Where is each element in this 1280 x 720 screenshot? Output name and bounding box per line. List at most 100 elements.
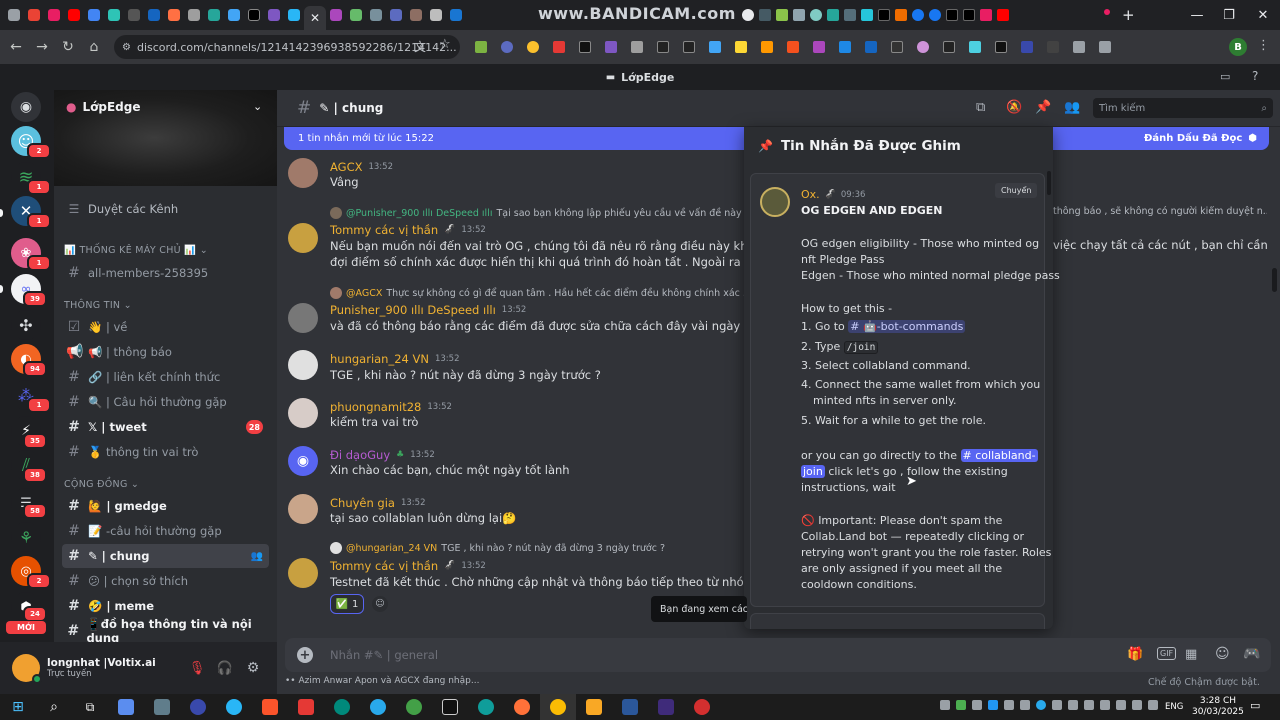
- tab-icon[interactable]: [742, 9, 754, 21]
- gif-icon[interactable]: GIF: [1157, 647, 1177, 660]
- taskbar-clock[interactable]: 3:28 CH 30/03/2025: [1192, 696, 1244, 718]
- brave-icon[interactable]: [252, 694, 288, 720]
- extensions-puzzle-icon[interactable]: [1068, 36, 1090, 58]
- search-icon[interactable]: ⌕: [36, 694, 72, 720]
- message[interactable]: hungarian_24 VN 13:52 TGE , khi nào ? nút…: [288, 346, 748, 390]
- tab-icon[interactable]: [204, 0, 224, 30]
- tab-icon[interactable]: [878, 9, 890, 21]
- tab-icon[interactable]: [446, 0, 466, 30]
- channel-about[interactable]: ☑ 👋 | về: [62, 315, 269, 339]
- discord-default-avatar-icon[interactable]: ◉: [288, 446, 318, 476]
- extension-icon[interactable]: [1042, 36, 1064, 58]
- message-author[interactable]: Chuyên gia 13:52: [330, 496, 425, 510]
- headphones-icon[interactable]: 🎧: [211, 661, 239, 676]
- server-icon[interactable]: ✣: [11, 310, 41, 340]
- tab-icon[interactable]: [386, 0, 406, 30]
- facebook-tab-icon[interactable]: [912, 9, 924, 21]
- username[interactable]: Chuyên gia: [330, 496, 395, 510]
- address-bar[interactable]: ⚙ discord.com/channels/12141423969385922…: [114, 35, 460, 59]
- reply-preview[interactable]: @Punisher_900 ıllı DeSpeed ıllı Tại sao b…: [330, 207, 744, 219]
- tab-icon[interactable]: [224, 0, 244, 30]
- tray-icon[interactable]: [1036, 700, 1046, 710]
- help-icon[interactable]: ?: [1252, 69, 1258, 83]
- extension-icon[interactable]: [678, 36, 700, 58]
- taskbar-app-icon[interactable]: [108, 694, 144, 720]
- username[interactable]: Punisher_900 ıllı DeSpeed ıllı: [330, 303, 496, 317]
- taskbar-app-icon[interactable]: [144, 694, 180, 720]
- message[interactable]: ◉ Đi dạoGuy ♣ 13:52 Xin chào các bạn, chúc…: [288, 442, 748, 486]
- reaction-chip[interactable]: ✅ 1: [330, 594, 364, 614]
- extension-icon[interactable]: [756, 36, 778, 58]
- tab-icon[interactable]: [793, 9, 805, 21]
- channel-faq[interactable]: # 🔍 | Câu hỏi thường gặp: [62, 390, 269, 414]
- tray-icon[interactable]: [1068, 700, 1078, 710]
- youtube-tab-icon[interactable]: [64, 0, 84, 30]
- tray-icon[interactable]: [1116, 700, 1126, 710]
- channel-announcements[interactable]: 📢 📢 | thông báo: [62, 340, 269, 364]
- pinned-message-card[interactable]: [750, 613, 1045, 629]
- reload-icon[interactable]: ↻: [55, 34, 81, 60]
- tab-icon[interactable]: [284, 0, 304, 30]
- extension-icon[interactable]: [626, 36, 648, 58]
- taskbar-app-icon[interactable]: [180, 694, 216, 720]
- message-author[interactable]: Đi dạoGuy ♣ 13:52: [330, 448, 435, 462]
- channel-general-active[interactable]: # ✎ | chung 👥: [62, 544, 269, 568]
- tab-icon[interactable]: [844, 9, 856, 21]
- channel-meme[interactable]: # 🤣 | meme: [62, 594, 269, 618]
- avatar[interactable]: [12, 654, 42, 684]
- pin-icon[interactable]: 📌: [1035, 100, 1051, 115]
- message-input-placeholder[interactable]: Nhắn #✎ | general: [330, 648, 438, 662]
- taskbar-app-icon[interactable]: [648, 694, 684, 720]
- message-author[interactable]: Punisher_900 ıllı DeSpeed ıllı 13:52: [330, 303, 526, 317]
- add-member-icon[interactable]: 👥: [251, 551, 263, 562]
- username[interactable]: phuongnamit28: [330, 400, 421, 414]
- task-view-icon[interactable]: ⧉: [72, 694, 108, 720]
- message[interactable]: @Punisher_900 ıllı DeSpeed ıllı Tại sao b…: [288, 204, 744, 274]
- server-header[interactable]: ● LớpEdge: [66, 100, 140, 114]
- channel-gmedge[interactable]: # 🙋 | gmedge: [62, 494, 269, 518]
- message[interactable]: phuongnamit28 13:52 kiểm tra vai trò: [288, 394, 748, 438]
- avatar[interactable]: [288, 398, 318, 428]
- username[interactable]: Tommy các vị thần: [330, 559, 438, 573]
- scrollbar-thumb[interactable]: [1272, 268, 1277, 292]
- new-tab-icon[interactable]: +: [1122, 6, 1135, 24]
- tab-icon[interactable]: [84, 0, 104, 30]
- taskbar-app-icon[interactable]: [432, 694, 468, 720]
- file-explorer-icon[interactable]: [576, 694, 612, 720]
- channel-links[interactable]: # 🔗 | liên kết chính thức: [62, 365, 269, 389]
- home-icon[interactable]: ⌂: [81, 34, 107, 60]
- search-input[interactable]: Tìm kiếm ⌕: [1093, 98, 1273, 118]
- mic-muted-icon[interactable]: 🎙: [183, 661, 211, 676]
- avatar[interactable]: [288, 494, 318, 524]
- extension-icon[interactable]: [496, 36, 518, 58]
- channel-all-members[interactable]: # all-members-258395: [62, 261, 269, 285]
- extension-icon[interactable]: [782, 36, 804, 58]
- tray-icon[interactable]: [1148, 700, 1158, 710]
- browse-channels[interactable]: ☰ Duyệt các Kênh: [62, 197, 269, 221]
- bookmark-star-icon[interactable]: ☆: [439, 37, 451, 52]
- sidepanel-icon[interactable]: [1094, 36, 1116, 58]
- extension-icon[interactable]: [600, 36, 622, 58]
- x-tab-icon[interactable]: [946, 9, 958, 21]
- extension-icon[interactable]: [834, 36, 856, 58]
- tab-icon[interactable]: [4, 0, 24, 30]
- message-author[interactable]: Tommy các vị thần 🦨 13:52: [330, 559, 486, 573]
- record-icon[interactable]: [684, 694, 720, 720]
- avatar[interactable]: [288, 223, 318, 253]
- chevron-down-icon[interactable]: ⌄: [253, 100, 262, 113]
- firefox-icon[interactable]: [504, 694, 540, 720]
- edge-icon[interactable]: [468, 694, 504, 720]
- tab-icon[interactable]: [980, 9, 992, 21]
- category-community[interactable]: CỘNG ĐỒNG ⌄: [64, 479, 139, 490]
- tab-icon[interactable]: [861, 9, 873, 21]
- channel-mention[interactable]: # 🤖-bot-commands: [848, 320, 966, 333]
- extension-icon[interactable]: [808, 36, 830, 58]
- taskbar-app-icon[interactable]: [324, 694, 360, 720]
- tray-icon[interactable]: [1084, 700, 1094, 710]
- apps-icon[interactable]: 🎮: [1243, 646, 1260, 662]
- tab-icon[interactable]: [776, 9, 788, 21]
- pinned-message-card[interactable]: Ox. 🦨 09:36 Chuyển OG EDGEN AND EDGEN OG…: [750, 173, 1060, 607]
- tab-icon[interactable]: [366, 0, 386, 30]
- extension-icon[interactable]: [730, 36, 752, 58]
- avatar[interactable]: [288, 303, 318, 333]
